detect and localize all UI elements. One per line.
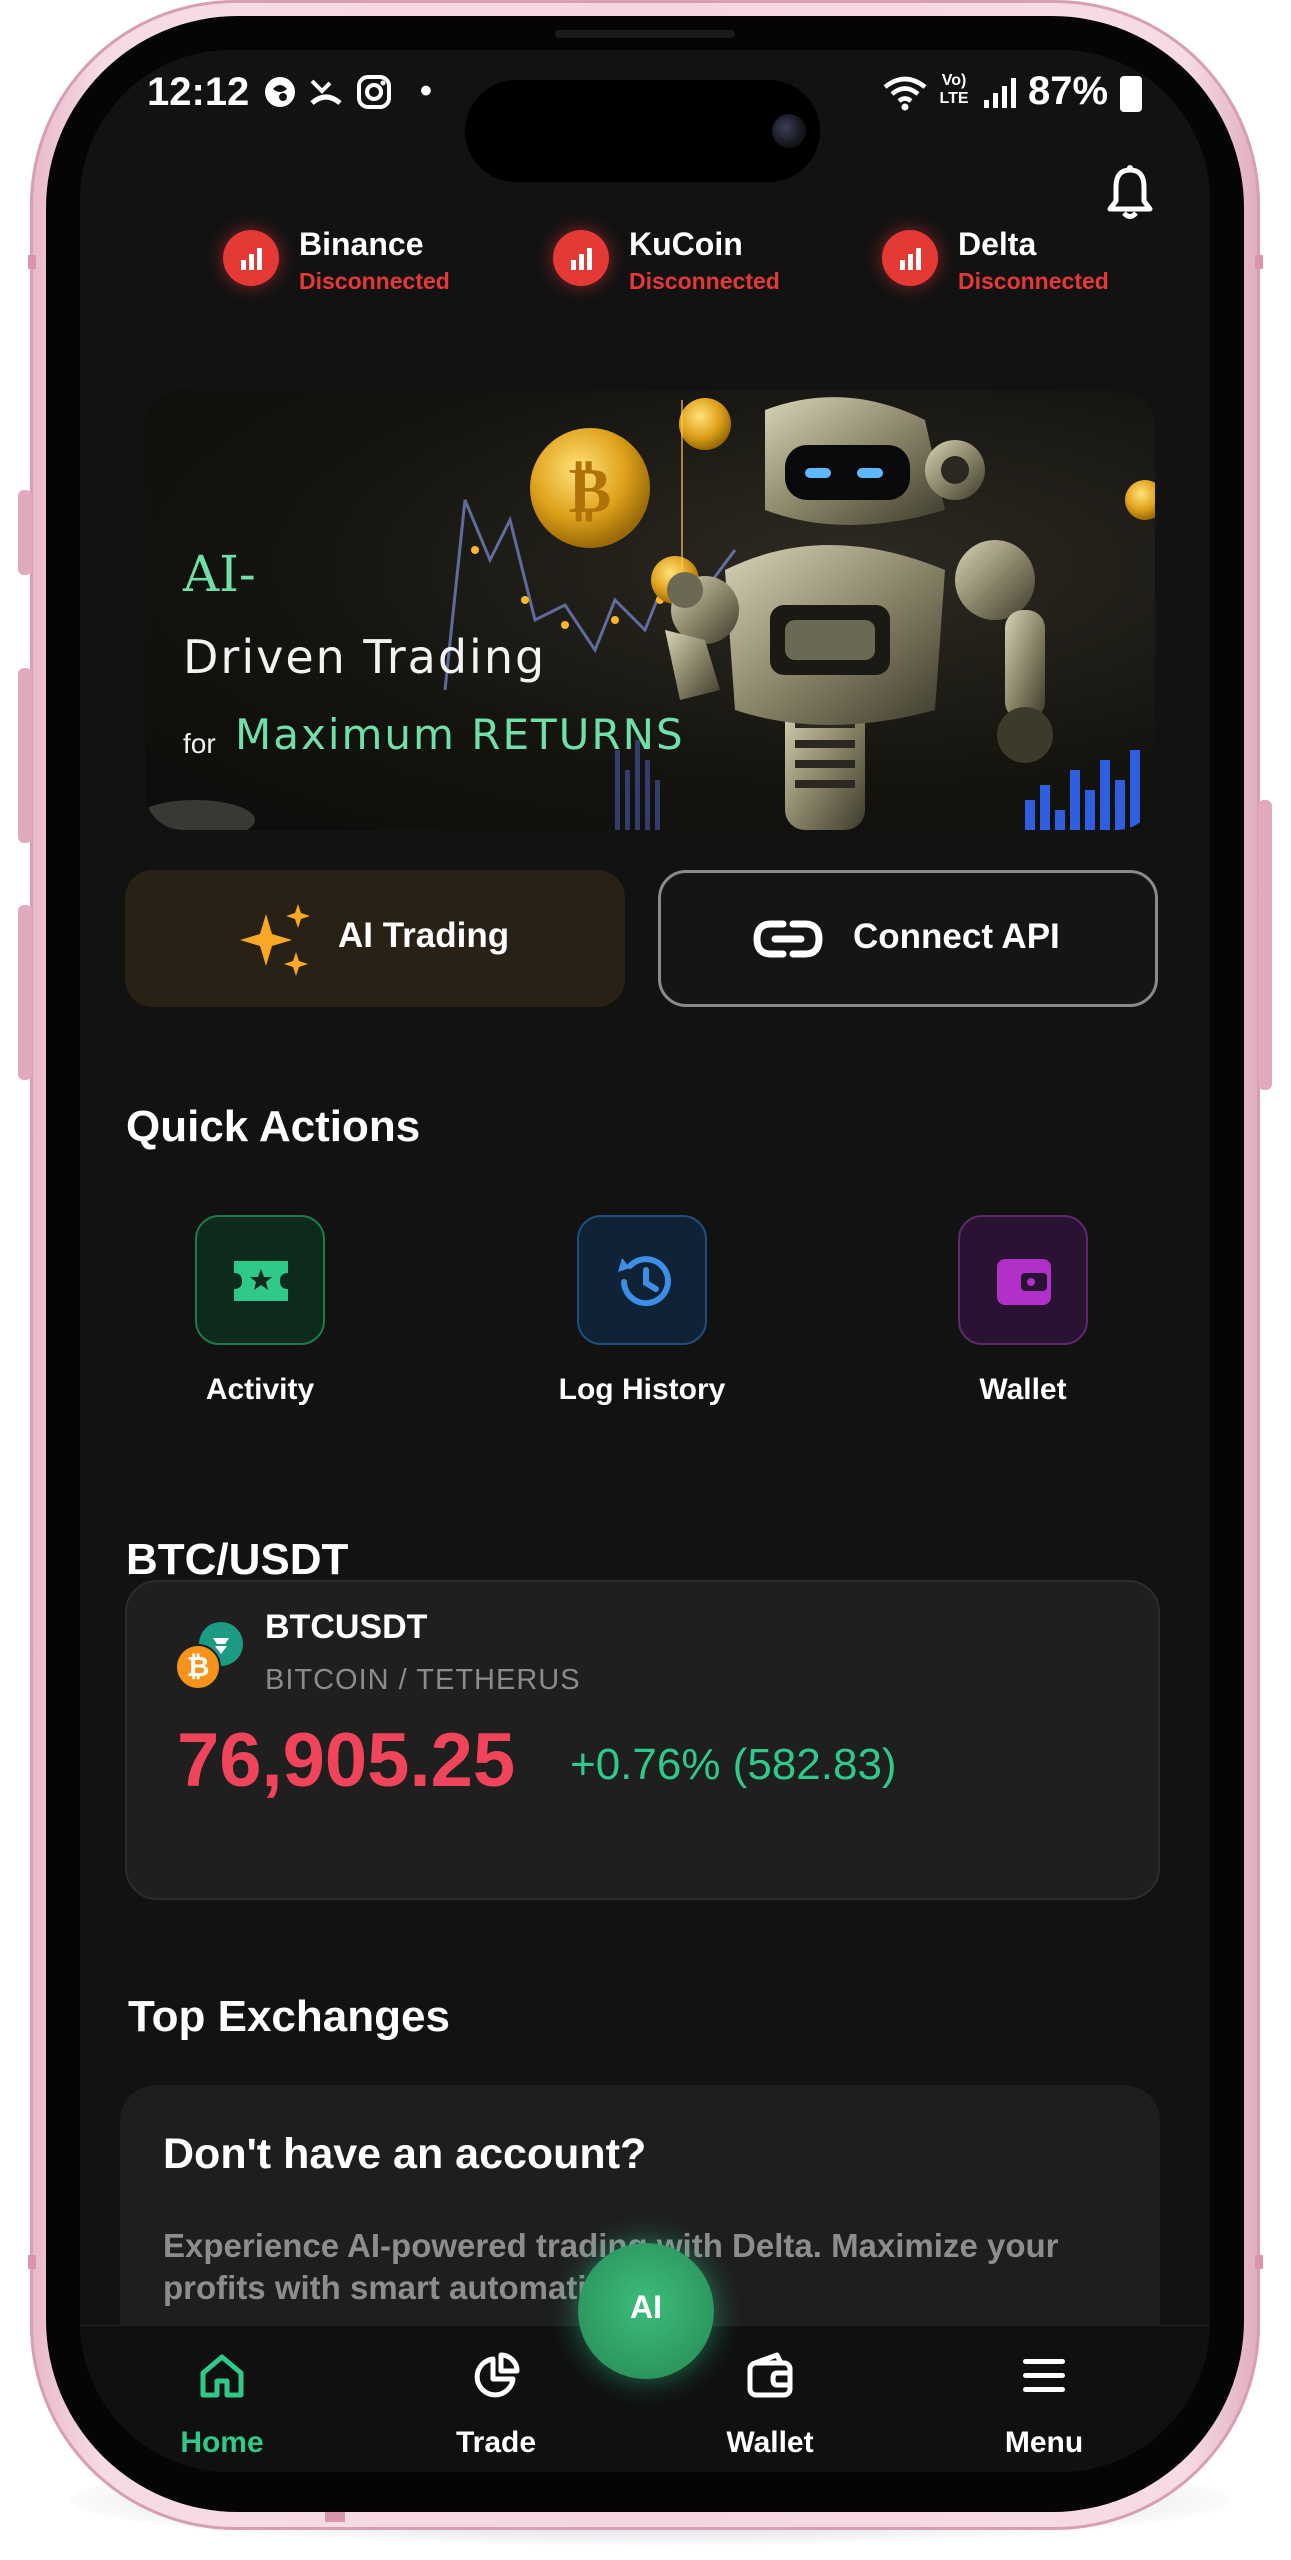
antenna-band [325,2512,345,2522]
pair-full-name: BITCOIN / TETHERUS [265,1664,581,1696]
log-history-tile [577,1215,707,1345]
status-more-dot: • [420,72,432,110]
banner-headline-line2: Driven Trading [183,630,547,684]
exchange-status: Disconnected [958,268,1109,294]
btc-ticker-card[interactable]: ₿ BTCUSDT BITCOIN / TETHERUS 76,905.25 +… [125,1580,1160,1900]
app-screen: 12:12 • Vo) LTE 87% Binance Disconnected… [80,50,1210,2472]
connect-api-label: Connect API [853,917,1060,956]
promo-banner[interactable]: ₿ AI- Driven Trading for Maximum RETURNS [145,390,1155,830]
top-exchanges-title: Top Exchanges [128,1992,450,2041]
instagram-icon [356,74,392,115]
activity-label: Activity [205,1373,315,1406]
quick-action-activity[interactable]: Activity [130,1215,390,1485]
battery-icon [1120,76,1142,112]
exchange-name: KuCoin [629,226,743,262]
quick-action-log-history[interactable]: Log History [512,1215,772,1485]
front-camera [772,114,806,148]
svg-text:₿: ₿ [569,454,612,528]
pair-symbol: BTCUSDT [265,1608,428,1646]
pie-chart-icon [474,2352,520,2398]
pair-section-title: BTC/USDT [126,1535,349,1584]
robot-illustration: ₿ [145,397,1155,830]
wallet-tile [958,1215,1088,1345]
antenna-band [1255,255,1263,269]
connect-api-button[interactable]: Connect API [658,870,1158,1007]
nav-trade-label: Trade [455,2426,537,2459]
sparkles-icon [238,902,314,983]
wallet-label: Wallet [979,1373,1067,1406]
notifications-bell-icon[interactable] [1105,165,1155,226]
quick-action-wallet[interactable]: Wallet [893,1215,1153,1485]
ticket-star-icon [234,1261,288,1301]
btc-coin-icon: ₿ [175,1644,221,1690]
banner-headline-line1: AI- [183,545,256,603]
battery-percent: 87% [1028,69,1109,113]
speaker-grille [555,30,735,38]
antenna-band [28,2255,36,2269]
quick-actions-title: Quick Actions [126,1102,421,1151]
price-change: +0.76% (582.83) [570,1740,897,1789]
exchange-name: Delta [958,226,1037,262]
power-button [1258,800,1272,1090]
wallet-icon [997,1259,1051,1305]
nav-menu[interactable]: Menu [944,2326,1144,2472]
nav-menu-label: Menu [1004,2426,1084,2459]
activity-tile [195,1215,325,1345]
action-button [18,490,32,575]
network-type-label: Vo) LTE [939,72,969,107]
exchange-signal-icon [882,230,938,286]
app-notification-icon [263,75,297,114]
exchange-name: Binance [299,226,424,262]
exchange-status: Disconnected [299,268,450,294]
exchange-signal-icon [223,230,279,286]
volume-up-button [18,668,32,843]
ai-trading-label: AI Trading [338,916,510,955]
status-time: 12:12 [147,70,250,114]
current-price: 76,905.25 [177,1718,516,1803]
nav-wallet-label: Wallet [726,2426,814,2459]
menu-icon [1023,2359,1065,2392]
missed-call-icon [308,75,344,114]
exchange-status: Disconnected [629,268,780,294]
antenna-band [1255,2255,1263,2269]
link-icon [753,916,823,967]
nav-trade[interactable]: Trade [396,2326,596,2472]
ai-trading-button[interactable]: AI Trading [125,870,625,1007]
volume-down-button [18,905,32,1080]
home-icon [200,2354,244,2398]
exchange-signal-icon [553,230,609,286]
banner-for-word: for [183,728,216,759]
banner-headline-line3: Maximum RETURNS [235,710,685,759]
nav-home-label: Home [180,2426,264,2459]
antenna-band [28,255,36,269]
dynamic-island [465,80,820,182]
history-icon [618,1256,671,1307]
wallet-icon [747,2352,793,2398]
log-history-label: Log History [558,1373,726,1406]
nav-home[interactable]: Home [122,2326,322,2472]
signup-card-title: Don't have an account? [163,2130,647,2178]
ai-floating-button[interactable]: AI [578,2243,714,2379]
wifi-icon [882,74,928,117]
signal-icon [982,76,1018,115]
ai-fab-label: AI [630,2289,662,2325]
